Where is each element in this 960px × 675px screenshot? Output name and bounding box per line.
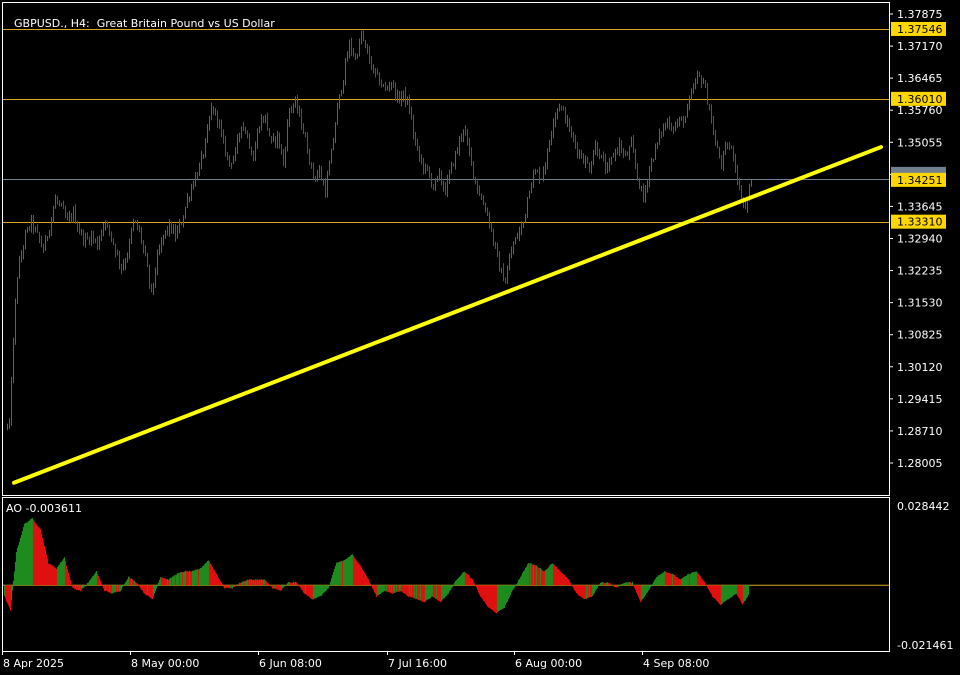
price-tick-label: 1.29415 bbox=[897, 393, 943, 406]
time-tick-label: 7 Jul 16:00 bbox=[388, 657, 447, 670]
price-tick-label: 1.35760 bbox=[897, 104, 943, 117]
price-tick-label: 1.31530 bbox=[897, 297, 943, 310]
ao-indicator-pane bbox=[2, 518, 889, 614]
price-chart[interactable]: 1.378751.371701.364651.357601.350551.343… bbox=[0, 0, 960, 675]
time-tick-label: 4 Sep 08:00 bbox=[643, 657, 709, 670]
price-tick-label: 1.32235 bbox=[897, 265, 943, 278]
time-tick-label: 6 Jun 08:00 bbox=[259, 657, 322, 670]
trendline bbox=[12, 145, 883, 485]
ao-min-label: -0.021461 bbox=[897, 639, 953, 652]
current-price-label: 1.34251 bbox=[897, 174, 943, 187]
price-tick-label: 1.33645 bbox=[897, 200, 943, 213]
main-price-pane bbox=[2, 29, 889, 485]
price-tick-label: 1.32940 bbox=[897, 233, 943, 246]
price-tick-label: 1.30120 bbox=[897, 361, 943, 374]
price-tick-label: 1.37170 bbox=[897, 40, 943, 53]
main-pane-border bbox=[2, 2, 890, 496]
level-price-label: 1.37546 bbox=[897, 23, 943, 36]
time-tick-label: 8 May 00:00 bbox=[131, 657, 199, 670]
price-tick-label: 1.37875 bbox=[897, 8, 943, 21]
ao-pane-border bbox=[2, 497, 890, 652]
price-tick-label: 1.30825 bbox=[897, 329, 943, 342]
ao-max-label: 0.028442 bbox=[897, 500, 950, 513]
price-tick-label: 1.36465 bbox=[897, 72, 943, 85]
time-tick-label: 6 Aug 00:00 bbox=[515, 657, 582, 670]
price-tick-label: 1.35055 bbox=[897, 136, 943, 149]
time-tick-label: 8 Apr 2025 bbox=[3, 657, 64, 670]
price-tick-label: 1.28005 bbox=[897, 457, 943, 470]
level-price-label: 1.36010 bbox=[897, 93, 943, 106]
level-price-label: 1.33310 bbox=[897, 216, 943, 229]
axis-labels: 1.378751.371701.364651.357601.350551.343… bbox=[2, 8, 953, 670]
price-tick-label: 1.28710 bbox=[897, 425, 943, 438]
